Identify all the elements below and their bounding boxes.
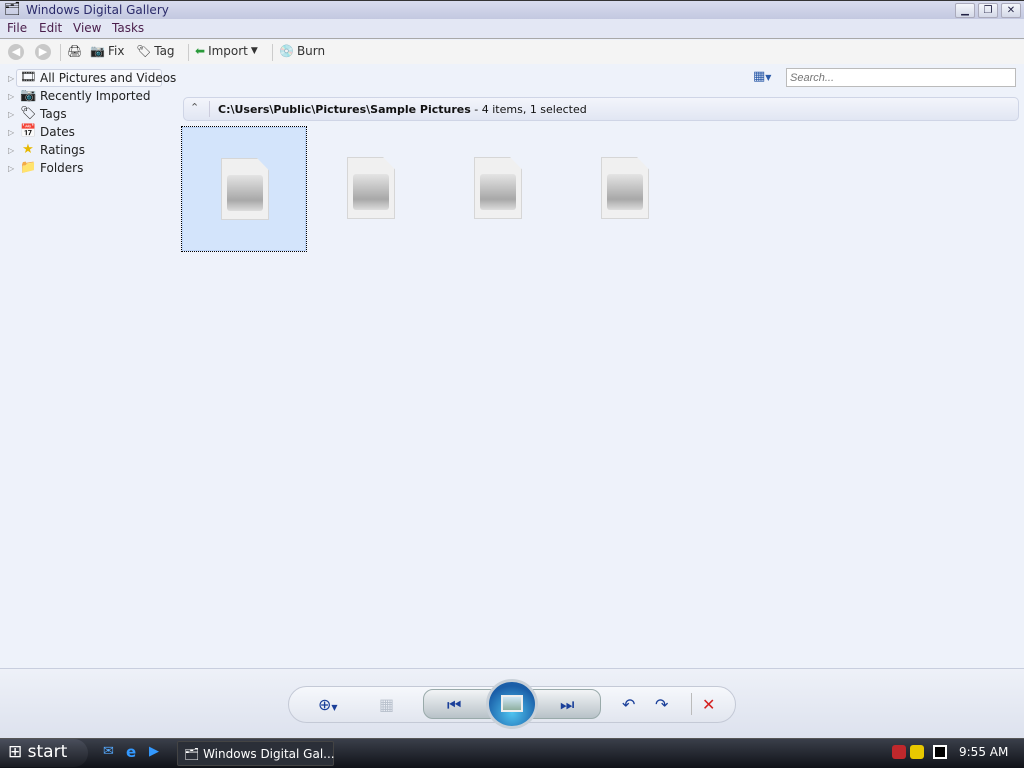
- expand-arrow-icon[interactable]: ▷: [8, 92, 16, 101]
- dropdown-arrow-icon: ▼: [250, 46, 258, 56]
- burn-button[interactable]: 💿 Burn: [279, 44, 325, 58]
- previous-button[interactable]: ⏮: [447, 695, 461, 715]
- zoom-button[interactable]: ⊕▼: [318, 695, 338, 714]
- collapse-chevron-icon[interactable]: ⌃: [190, 101, 199, 114]
- tree-item-tags[interactable]: ▷ 🏷 Tags: [8, 106, 67, 122]
- taskbar-window-item[interactable]: 🗂 Windows Digital Gal...: [177, 741, 335, 766]
- rotate-right-button[interactable]: ↷: [655, 695, 668, 714]
- tree-label: Tags: [40, 107, 67, 121]
- tag-button[interactable]: 🏷 Tag: [136, 44, 175, 58]
- grid-view-icon: ▦: [753, 69, 766, 84]
- item-summary: - 4 items, 1 selected: [470, 103, 587, 116]
- gallery-app-icon: 🗂: [4, 2, 21, 17]
- minimize-button[interactable]: ▁: [955, 3, 975, 18]
- thumbnail-item[interactable]: [436, 127, 560, 251]
- image-file-icon: [221, 158, 269, 220]
- path-bar: ⌃ C:\Users\Public\Pictures\Sample Pictur…: [183, 97, 1019, 121]
- thumbnail-item[interactable]: [309, 127, 433, 251]
- pictures-videos-icon: 🎞: [20, 70, 37, 85]
- forward-button[interactable]: ▶: [35, 44, 51, 60]
- restore-button[interactable]: ❐: [978, 3, 998, 18]
- disc-icon: 💿: [279, 44, 294, 58]
- image-file-icon: [347, 157, 395, 219]
- search-input[interactable]: [786, 68, 1016, 87]
- next-button[interactable]: ⏭: [560, 695, 574, 715]
- rotate-left-button[interactable]: ↶: [622, 695, 635, 714]
- fix-button[interactable]: 📷 Fix: [90, 44, 124, 58]
- quicklaunch-ie-icon[interactable]: e: [126, 743, 136, 761]
- menu-file[interactable]: File: [7, 21, 27, 35]
- camera-icon: 📷: [90, 44, 105, 58]
- close-button[interactable]: ✕: [1001, 3, 1021, 18]
- shield-warning-icon[interactable]: [910, 745, 924, 759]
- image-file-icon: [474, 157, 522, 219]
- tree-label: Folders: [40, 161, 84, 175]
- start-button[interactable]: ⊞ start: [0, 739, 88, 767]
- menu-bar: File Edit View Tasks: [0, 19, 1024, 39]
- expand-arrow-icon[interactable]: ▷: [8, 74, 16, 83]
- back-button[interactable]: ◀: [8, 44, 24, 60]
- separator: [188, 44, 189, 61]
- folder-icon: 📁: [20, 160, 37, 175]
- zoom-in-icon: ⊕: [318, 695, 332, 714]
- burn-label: Burn: [296, 44, 326, 58]
- thumbnail-item[interactable]: [181, 126, 307, 252]
- fix-label: Fix: [107, 44, 125, 58]
- tree-label: Dates: [40, 125, 75, 139]
- tree-label: All Pictures and Videos: [40, 71, 177, 85]
- tree-item-dates[interactable]: ▷ 📅 Dates: [8, 124, 75, 140]
- tree-label: Recently Imported: [40, 89, 151, 103]
- separator: [272, 44, 273, 61]
- taskbar-item-label: Windows Digital Gal...: [203, 747, 335, 761]
- import-button[interactable]: ⬅ Import ▼: [195, 44, 258, 58]
- windows-logo-icon: ⊞: [8, 742, 23, 762]
- clock[interactable]: 9:55 AM: [959, 745, 1008, 759]
- view-options-button[interactable]: ▦▼: [753, 69, 771, 84]
- tree-label: Ratings: [40, 143, 85, 157]
- quicklaunch-media-player-icon[interactable]: ▶: [149, 744, 159, 759]
- camera-icon: 📷: [20, 88, 37, 103]
- thumbnail-view-icon[interactable]: ▦: [379, 695, 394, 714]
- path-text: C:\Users\Public\Pictures\Sample Pictures…: [218, 103, 587, 116]
- printer-icon: 🖨: [67, 44, 83, 58]
- quicklaunch-messenger-icon[interactable]: ✉: [103, 744, 114, 759]
- title-bar: 🗂 Windows Digital Gallery ▁ ❐ ✕: [0, 0, 1024, 19]
- expand-arrow-icon[interactable]: ▷: [8, 128, 16, 137]
- tag-icon: 🏷: [20, 106, 37, 121]
- print-button[interactable]: 🖨: [67, 44, 82, 58]
- tree-item-folders[interactable]: ▷ 📁 Folders: [8, 160, 83, 176]
- import-icon: ⬅: [195, 44, 206, 58]
- separator: [209, 101, 210, 117]
- tree-item-recently-imported[interactable]: ▷ 📷 Recently Imported: [8, 88, 151, 104]
- expand-arrow-icon[interactable]: ▷: [8, 164, 16, 173]
- separator: [60, 44, 61, 61]
- toolbar: 🖨 📷 Fix 🏷 Tag ⬅ Import ▼ 💿 Burn: [0, 40, 1024, 64]
- window-title: Windows Digital Gallery: [26, 3, 169, 17]
- image-file-icon: [601, 157, 649, 219]
- tree-item-ratings[interactable]: ▷ ★ Ratings: [8, 142, 85, 158]
- network-icon[interactable]: [933, 745, 947, 759]
- path-location: C:\Users\Public\Pictures\Sample Pictures: [218, 103, 471, 116]
- thumbnail-item[interactable]: [563, 127, 687, 251]
- tree-item-all-pictures[interactable]: ▷ 🎞 All Pictures and Videos: [8, 70, 176, 86]
- import-label: Import: [208, 44, 248, 58]
- tag-icon: 🏷: [136, 44, 152, 58]
- slideshow-button[interactable]: [486, 679, 538, 729]
- gallery-app-icon: 🗂: [184, 747, 204, 761]
- slideshow-icon: [501, 695, 523, 712]
- menu-tasks[interactable]: Tasks: [112, 21, 144, 35]
- separator: [691, 693, 692, 715]
- expand-arrow-icon[interactable]: ▷: [8, 110, 16, 119]
- star-icon: ★: [22, 142, 34, 157]
- menu-edit[interactable]: Edit: [39, 21, 62, 35]
- security-alert-icon[interactable]: [892, 745, 906, 759]
- calendar-icon: 📅: [20, 124, 37, 139]
- menu-view[interactable]: View: [73, 21, 101, 35]
- expand-arrow-icon[interactable]: ▷: [8, 146, 16, 155]
- delete-button[interactable]: ✕: [702, 695, 715, 714]
- start-label: start: [27, 742, 68, 762]
- tag-label: Tag: [154, 44, 175, 58]
